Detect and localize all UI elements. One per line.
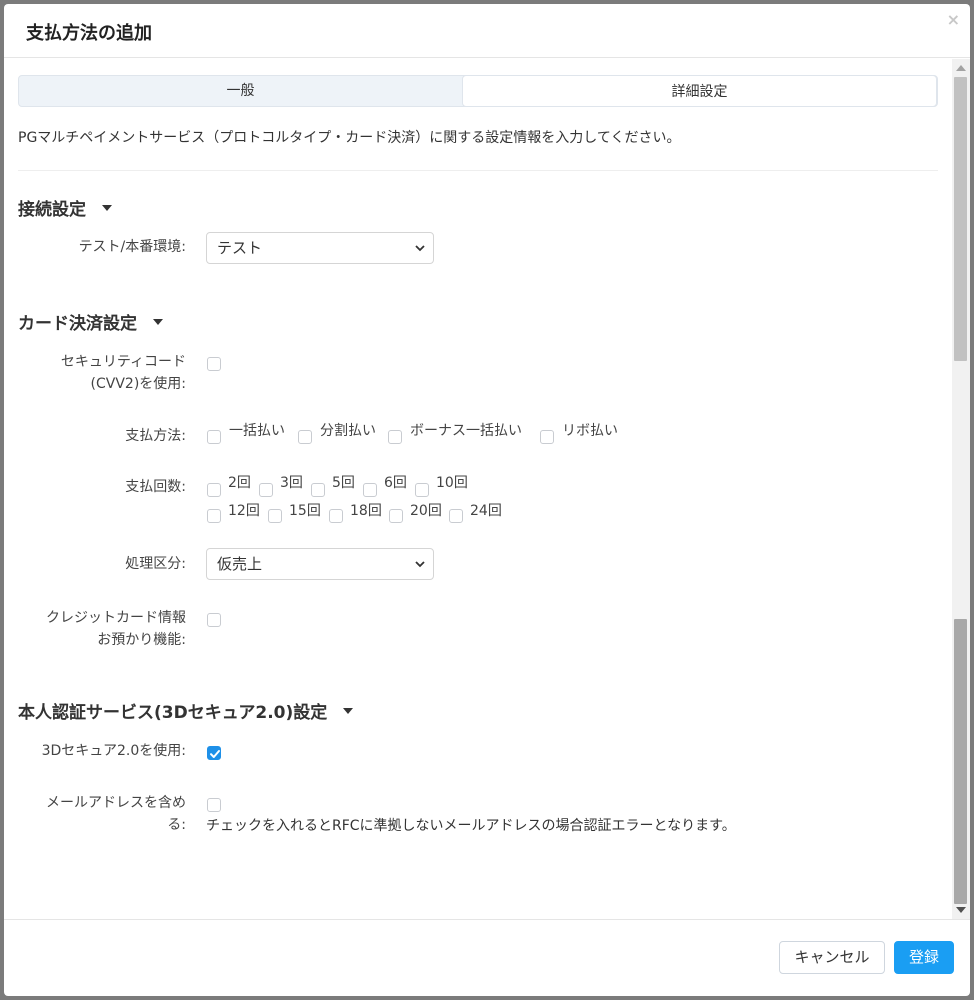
card-storage-label-line2: お預かり機能: [97, 632, 186, 648]
intro-text: PGマルチペイメントサービス（プロトコルタイプ・カード決済）に関する設定情報を入… [18, 130, 681, 146]
dialog-title: 支払方法の追加 [26, 23, 152, 44]
include-email-checkbox[interactable] [207, 798, 221, 812]
payment-method-label: 支払方法: [125, 428, 186, 444]
3ds-use-label: 3Dセキュア2.0を使用: [41, 743, 186, 759]
cancel-button[interactable]: キャンセル [779, 941, 885, 974]
count-24-label: 24回 [470, 503, 502, 519]
tab-general[interactable]: 一般 [19, 76, 462, 106]
cvv-label-line2: (CVV2)を使用: [90, 376, 186, 392]
count-24-checkbox[interactable] [449, 509, 463, 523]
count-20-checkbox[interactable] [389, 509, 403, 523]
count-6-checkbox[interactable] [363, 483, 377, 497]
env-select-value: テスト [217, 239, 263, 257]
include-email-label-line1: メールアドレスを含め [46, 795, 186, 811]
count-2-checkbox[interactable] [207, 483, 221, 497]
count-15-checkbox[interactable] [268, 509, 282, 523]
method-revolving-label: リボ払い [562, 423, 618, 439]
cvv-label-line1: セキュリティコード [60, 354, 186, 370]
payment-count-label: 支払回数: [125, 479, 186, 495]
count-12-label: 12回 [228, 503, 260, 519]
count-18-checkbox[interactable] [329, 509, 343, 523]
count-20-label: 20回 [410, 503, 442, 519]
vertical-scrollbar[interactable] [952, 59, 970, 919]
caret-down-icon[interactable] [343, 707, 354, 714]
divider [18, 170, 938, 171]
count-12-checkbox[interactable] [207, 509, 221, 523]
count-3-label: 3回 [280, 475, 303, 491]
count-6-label: 6回 [384, 475, 407, 491]
section-connection-title: 接続設定 [18, 195, 112, 220]
count-3-checkbox[interactable] [259, 483, 273, 497]
chevron-down-icon [415, 561, 425, 568]
tab-advanced-settings[interactable]: 詳細設定 [462, 75, 937, 107]
chevron-down-icon [415, 245, 425, 252]
process-type-label: 処理区分: [125, 556, 186, 572]
section-card-label: カード決済設定 [18, 314, 137, 334]
scroll-up-arrow-icon[interactable] [956, 65, 966, 71]
process-type-value: 仮売上 [217, 555, 263, 573]
count-2-label: 2回 [228, 475, 251, 491]
env-label: テスト/本番環境: [78, 239, 186, 255]
card-storage-checkbox[interactable] [207, 613, 221, 627]
tab-bar: 一般 詳細設定 [18, 75, 938, 107]
close-icon[interactable]: × [947, 10, 960, 29]
add-payment-method-dialog: 支払方法の追加 × 一般 詳細設定 PGマルチペイメントサービス（プロトコルタイ… [4, 4, 970, 996]
checkmark-icon [210, 750, 220, 758]
section-3ds-title: 本人認証サービス(3Dセキュア2.0)設定 [18, 698, 354, 723]
scrollbar-track-upper[interactable] [954, 77, 967, 361]
method-installment-label: 分割払い [320, 423, 376, 439]
dialog-header: 支払方法の追加 × [4, 4, 970, 58]
include-email-note: チェックを入れるとRFCに準拠しないメールアドレスの場合認証エラーとなります。 [206, 818, 736, 834]
include-email-label-line2: る: [167, 817, 186, 833]
count-5-label: 5回 [332, 475, 355, 491]
method-bonus-checkbox[interactable] [388, 430, 402, 444]
section-3ds-label: 本人認証サービス(3Dセキュア2.0)設定 [18, 703, 328, 723]
count-15-label: 15回 [289, 503, 321, 519]
dialog-footer: キャンセル 登録 [4, 919, 970, 996]
register-button[interactable]: 登録 [894, 941, 954, 974]
3ds-use-checkbox[interactable] [207, 746, 221, 760]
method-installment-checkbox[interactable] [298, 430, 312, 444]
process-type-select[interactable]: 仮売上 [206, 548, 434, 580]
method-bonus-label: ボーナス一括払い [410, 423, 522, 439]
count-10-label: 10回 [436, 475, 468, 491]
count-10-checkbox[interactable] [415, 483, 429, 497]
count-5-checkbox[interactable] [311, 483, 325, 497]
method-revolving-checkbox[interactable] [540, 430, 554, 444]
method-lump-label: 一括払い [229, 423, 285, 439]
section-card-title: カード決済設定 [18, 309, 163, 334]
scroll-down-arrow-icon[interactable] [956, 907, 966, 913]
cvv-checkbox[interactable] [207, 357, 221, 371]
scrollbar-thumb[interactable] [954, 619, 967, 904]
card-storage-label-line1: クレジットカード情報 [46, 610, 186, 626]
count-18-label: 18回 [350, 503, 382, 519]
caret-down-icon[interactable] [153, 318, 163, 325]
dialog-body: 一般 詳細設定 PGマルチペイメントサービス（プロトコルタイプ・カード決済）に関… [4, 59, 952, 919]
caret-down-icon[interactable] [102, 204, 112, 211]
section-connection-label: 接続設定 [18, 200, 86, 220]
env-select[interactable]: テスト [206, 232, 434, 264]
method-lump-checkbox[interactable] [207, 430, 221, 444]
